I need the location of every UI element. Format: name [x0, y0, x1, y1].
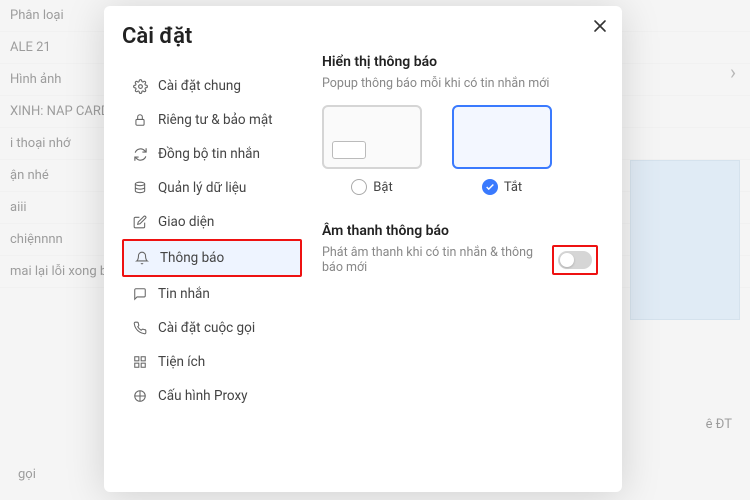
- display-notif-title: Hiển thị thông báo: [322, 54, 598, 70]
- radio-on-row: Bật: [351, 179, 392, 195]
- gear-icon: [132, 78, 148, 94]
- chevron-right-icon: ›: [730, 60, 736, 84]
- sidebar-item-calls[interactable]: Cài đặt cuộc gọi: [122, 311, 302, 345]
- sidebar-label: Tiện ích: [158, 354, 205, 370]
- sidebar-label: Cấu hình Proxy: [158, 388, 248, 404]
- preview-popup-off: [452, 105, 552, 169]
- sidebar-item-utilities[interactable]: Tiện ích: [122, 345, 302, 379]
- edit-icon: [132, 214, 148, 230]
- radio-off-row: Tắt: [482, 179, 522, 195]
- bell-icon: [134, 250, 150, 266]
- radio-off-label: Tắt: [504, 180, 522, 195]
- sound-toggle[interactable]: [558, 251, 592, 269]
- sidebar-label: Giao diện: [158, 214, 214, 230]
- sidebar-label: Quản lý dữ liệu: [158, 180, 246, 196]
- sound-notif-row: Phát âm thanh khi có tin nhắn & thông bá…: [322, 245, 598, 275]
- lock-icon: [132, 112, 148, 128]
- sidebar-item-general[interactable]: Cài đặt chung: [122, 69, 302, 103]
- phone-icon: [132, 320, 148, 336]
- preview-popup-on: [322, 105, 422, 169]
- bg-row: gọi: [8, 459, 46, 490]
- sidebar-item-privacy[interactable]: Riêng tư & bảo mật: [122, 103, 302, 137]
- proxy-icon: [132, 388, 148, 404]
- close-button[interactable]: [592, 18, 608, 34]
- sidebar-label: Riêng tư & bảo mật: [158, 112, 273, 128]
- mini-popup-icon: [332, 141, 366, 159]
- bg-row: ê ĐT: [696, 409, 742, 440]
- radio-on-label: Bật: [373, 180, 392, 195]
- database-icon: [132, 180, 148, 196]
- toggle-knob-icon: [560, 253, 574, 267]
- bg-image-thumbnail: [630, 160, 740, 320]
- notif-option-on[interactable]: Bật: [322, 105, 422, 195]
- sidebar-item-proxy[interactable]: Cấu hình Proxy: [122, 379, 302, 413]
- sync-icon: [132, 146, 148, 162]
- sidebar-item-data[interactable]: Quản lý dữ liệu: [122, 171, 302, 205]
- settings-modal: Cài đặt Cài đặt chung Riêng tư & bảo mật…: [104, 6, 622, 492]
- settings-sidebar: Cài đặt Cài đặt chung Riêng tư & bảo mật…: [104, 6, 310, 492]
- sidebar-label: Cài đặt cuộc gọi: [158, 320, 255, 336]
- sound-notif-title: Âm thanh thông báo: [322, 223, 598, 239]
- sound-toggle-highlight: [552, 245, 598, 275]
- radio-unchecked-icon: [351, 179, 367, 195]
- close-icon: [592, 18, 608, 34]
- sidebar-item-sync[interactable]: Đồng bộ tin nhắn: [122, 137, 302, 171]
- sound-notif-desc: Phát âm thanh khi có tin nhắn & thông bá…: [322, 245, 552, 275]
- display-notif-desc: Popup thông báo mỗi khi có tin nhắn mới: [322, 76, 598, 91]
- message-icon: [132, 286, 148, 302]
- settings-content: Hiển thị thông báo Popup thông báo mỗi k…: [310, 6, 622, 492]
- sidebar-label: Đồng bộ tin nhắn: [158, 146, 260, 162]
- settings-title: Cài đặt: [122, 24, 302, 49]
- sidebar-label: Thông báo: [160, 250, 224, 266]
- sidebar-item-messages[interactable]: Tin nhắn: [122, 277, 302, 311]
- notif-option-off[interactable]: Tắt: [452, 105, 552, 195]
- sidebar-item-notifications[interactable]: Thông báo: [122, 239, 302, 277]
- grid-icon: [132, 354, 148, 370]
- notif-display-options: Bật Tắt: [322, 105, 598, 195]
- radio-checked-icon: [482, 179, 498, 195]
- sidebar-item-interface[interactable]: Giao diện: [122, 205, 302, 239]
- sidebar-label: Tin nhắn: [158, 286, 210, 302]
- sidebar-label: Cài đặt chung: [158, 78, 241, 94]
